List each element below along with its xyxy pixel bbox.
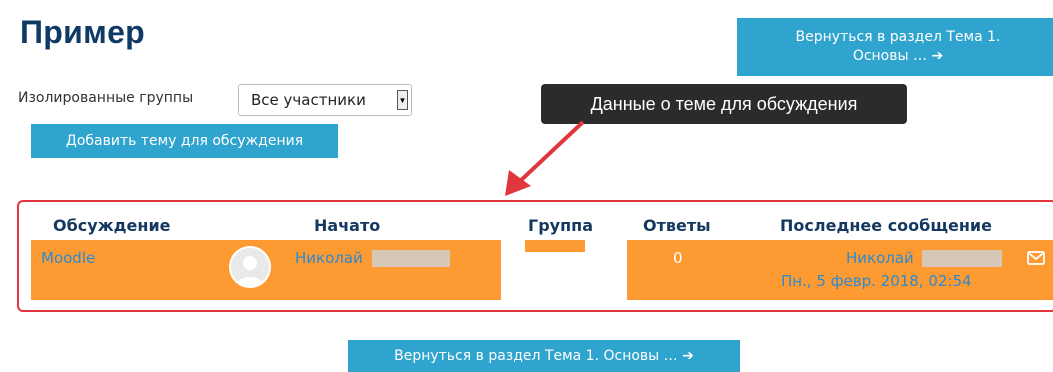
return-button-line1: Вернуться в раздел Тема 1. [795, 29, 1001, 45]
started-by-link[interactable]: Николай [295, 249, 363, 267]
return-button-line2: Основы … ➔ [852, 48, 944, 64]
dropdown-arrow-icon[interactable]: ▼ [397, 90, 408, 110]
last-post-date-link[interactable]: Пн., 5 февр. 2018, 02:54 [781, 272, 972, 290]
add-topic-button[interactable]: Добавить тему для обсуждения [31, 124, 338, 158]
redacted-surname [372, 250, 450, 267]
header-group: Группа [528, 216, 593, 235]
redacted-last-post-surname [922, 250, 1002, 267]
return-to-section-button-top[interactable]: Вернуться в раздел Тема 1. Основы … ➔ [737, 18, 1053, 76]
replies-count[interactable]: 0 [673, 249, 683, 267]
header-last-post[interactable]: Последнее сообщение [780, 216, 992, 235]
group-select-value: Все участники [251, 91, 366, 109]
header-discussion[interactable]: Обсуждение [53, 216, 171, 235]
page-title: Пример [20, 14, 146, 50]
last-post-author-link[interactable]: Николай [846, 249, 914, 267]
avatar-icon[interactable] [229, 246, 271, 288]
row-highlight-group [525, 240, 585, 252]
annotation-callout: Данные о теме для обсуждения [541, 84, 907, 124]
return-to-section-button-bottom[interactable]: Вернуться в раздел Тема 1. Основы … ➔ [348, 340, 740, 372]
mail-icon[interactable] [1027, 251, 1045, 265]
header-replies[interactable]: Ответы [643, 216, 711, 235]
header-started-by[interactable]: Начато [314, 216, 380, 235]
row-highlight-right [627, 240, 1053, 300]
group-select[interactable]: Все участники ▼ [238, 84, 412, 116]
groups-label: Изолированные группы [18, 90, 194, 106]
discussion-link[interactable]: Moodle [41, 249, 95, 267]
annotation-arrow-icon [505, 120, 585, 196]
